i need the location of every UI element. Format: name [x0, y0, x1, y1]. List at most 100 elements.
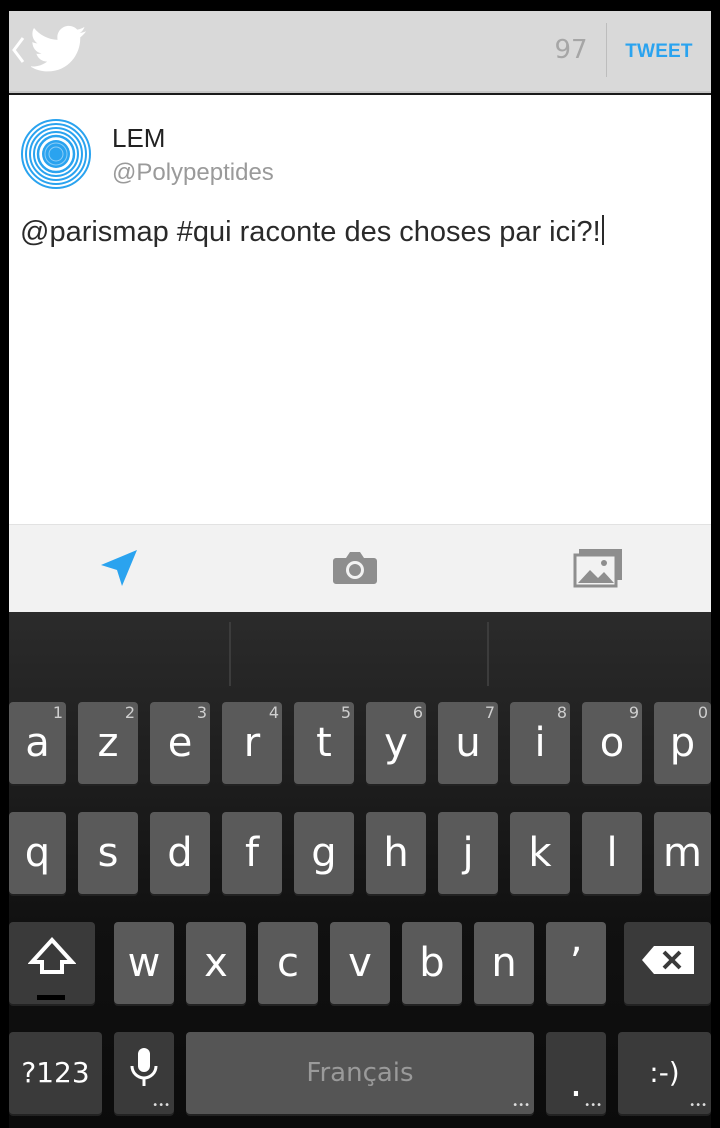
key-label: d: [167, 830, 193, 876]
key-label: y: [384, 720, 408, 766]
tweet-text-input[interactable]: @parismap #qui raconte des choses par ic…: [20, 215, 604, 249]
key-label: n: [491, 940, 517, 986]
key-v[interactable]: v: [330, 922, 390, 1004]
period-key[interactable]: . •••: [546, 1032, 606, 1114]
shift-key[interactable]: [9, 922, 95, 1004]
action-bar: 97 TWEET: [9, 11, 711, 93]
compose-toolbar: [9, 524, 711, 612]
key-g[interactable]: g: [294, 812, 354, 894]
avatar: [20, 118, 92, 190]
key-label: b: [419, 940, 445, 986]
soft-keyboard: 1a 2z 3e 4r 5t 6y 7u 8i 9o 0p q s d f g …: [9, 612, 711, 1128]
backspace-key[interactable]: [624, 922, 711, 1004]
key-hint: 0: [697, 703, 708, 722]
key-c[interactable]: c: [258, 922, 318, 1004]
key-o[interactable]: 9o: [582, 702, 642, 784]
key-label: j: [462, 830, 474, 876]
emoticon-key[interactable]: :-) •••: [618, 1032, 711, 1114]
key-label: :-): [649, 1056, 680, 1089]
key-q[interactable]: q: [9, 812, 66, 894]
screen: 97 TWEET LEM @Polypeptides @parismap #qu…: [9, 11, 711, 1128]
key-hint: 5: [340, 703, 351, 722]
key-f[interactable]: f: [222, 812, 282, 894]
key-k[interactable]: k: [510, 812, 570, 894]
key-label: z: [97, 720, 119, 766]
suggestion-right[interactable]: [489, 612, 711, 694]
symbols-key[interactable]: ?123: [9, 1032, 102, 1114]
key-label: ?123: [21, 1056, 90, 1089]
user-handle: @Polypeptides: [112, 159, 274, 186]
key-label: r: [243, 720, 261, 766]
more-dots-icon: •••: [584, 1100, 602, 1111]
key-a[interactable]: 1a: [9, 702, 66, 784]
key-w[interactable]: w: [114, 922, 174, 1004]
key-h[interactable]: h: [366, 812, 426, 894]
compose-area[interactable]: LEM @Polypeptides @parismap #qui raconte…: [9, 95, 711, 524]
key-hint: 8: [556, 703, 567, 722]
key-hint: 2: [124, 703, 135, 722]
suggestion-center[interactable]: [231, 612, 487, 694]
key-hint: 4: [268, 703, 279, 722]
key-label: h: [383, 830, 409, 876]
key-t[interactable]: 5t: [294, 702, 354, 784]
key-label: k: [528, 830, 552, 876]
camera-icon[interactable]: [327, 543, 383, 593]
key-label: .: [569, 1060, 583, 1106]
key-z[interactable]: 2z: [78, 702, 138, 784]
key-label: t: [316, 720, 332, 766]
voice-input-key[interactable]: •••: [114, 1032, 174, 1114]
key-label: l: [606, 830, 618, 876]
microphone-icon: [129, 1046, 159, 1100]
key-label: m: [663, 830, 702, 876]
key-d[interactable]: d: [150, 812, 210, 894]
key-label: x: [204, 940, 228, 986]
text-cursor: [601, 215, 604, 245]
more-dots-icon: •••: [689, 1100, 707, 1111]
tweet-text-content: @parismap #qui raconte des choses par ic…: [20, 216, 601, 248]
key-y[interactable]: 6y: [366, 702, 426, 784]
backspace-icon: [640, 940, 696, 986]
suggestion-strip: [9, 612, 711, 694]
key-l[interactable]: l: [582, 812, 642, 894]
key-label: o: [599, 720, 625, 766]
user-name: LEM: [112, 123, 166, 153]
shift-indicator: [37, 995, 65, 1000]
twitter-bird-icon[interactable]: [30, 25, 87, 73]
tweet-button[interactable]: TWEET: [607, 11, 711, 93]
key-label: e: [167, 720, 193, 766]
back-chevron-icon[interactable]: [11, 35, 27, 65]
key-label: a: [25, 720, 50, 766]
more-dots-icon: •••: [152, 1100, 170, 1111]
location-arrow-icon[interactable]: [91, 543, 147, 593]
key-label: u: [455, 720, 481, 766]
key-e[interactable]: 3e: [150, 702, 210, 784]
key-label: q: [24, 830, 51, 876]
key-label: s: [97, 830, 119, 876]
key-b[interactable]: b: [402, 922, 462, 1004]
key-label: p: [669, 720, 696, 766]
key-x[interactable]: x: [186, 922, 246, 1004]
key-label: ’: [569, 940, 583, 986]
gallery-icon[interactable]: [570, 543, 626, 593]
key-hint: 9: [628, 703, 639, 722]
key-m[interactable]: m: [654, 812, 711, 894]
key-j[interactable]: j: [438, 812, 498, 894]
key-r[interactable]: 4r: [222, 702, 282, 784]
shift-arrow-icon: [27, 936, 77, 990]
key-n[interactable]: n: [474, 922, 534, 1004]
key-label: v: [348, 940, 372, 986]
suggestion-left[interactable]: [9, 612, 229, 694]
key-hint: 7: [484, 703, 495, 722]
key-label: g: [311, 830, 337, 876]
key-u[interactable]: 7u: [438, 702, 498, 784]
key-p[interactable]: 0p: [654, 702, 711, 784]
key-hint: 6: [412, 703, 423, 722]
space-key[interactable]: Français •••: [186, 1032, 534, 1114]
key-i[interactable]: 8i: [510, 702, 570, 784]
key-apostrophe[interactable]: ’: [546, 922, 606, 1004]
key-hint: 1: [52, 703, 63, 722]
character-count: 97: [554, 35, 588, 65]
space-language-label: Français: [306, 1058, 414, 1088]
key-hint: 3: [196, 703, 207, 722]
key-s[interactable]: s: [78, 812, 138, 894]
